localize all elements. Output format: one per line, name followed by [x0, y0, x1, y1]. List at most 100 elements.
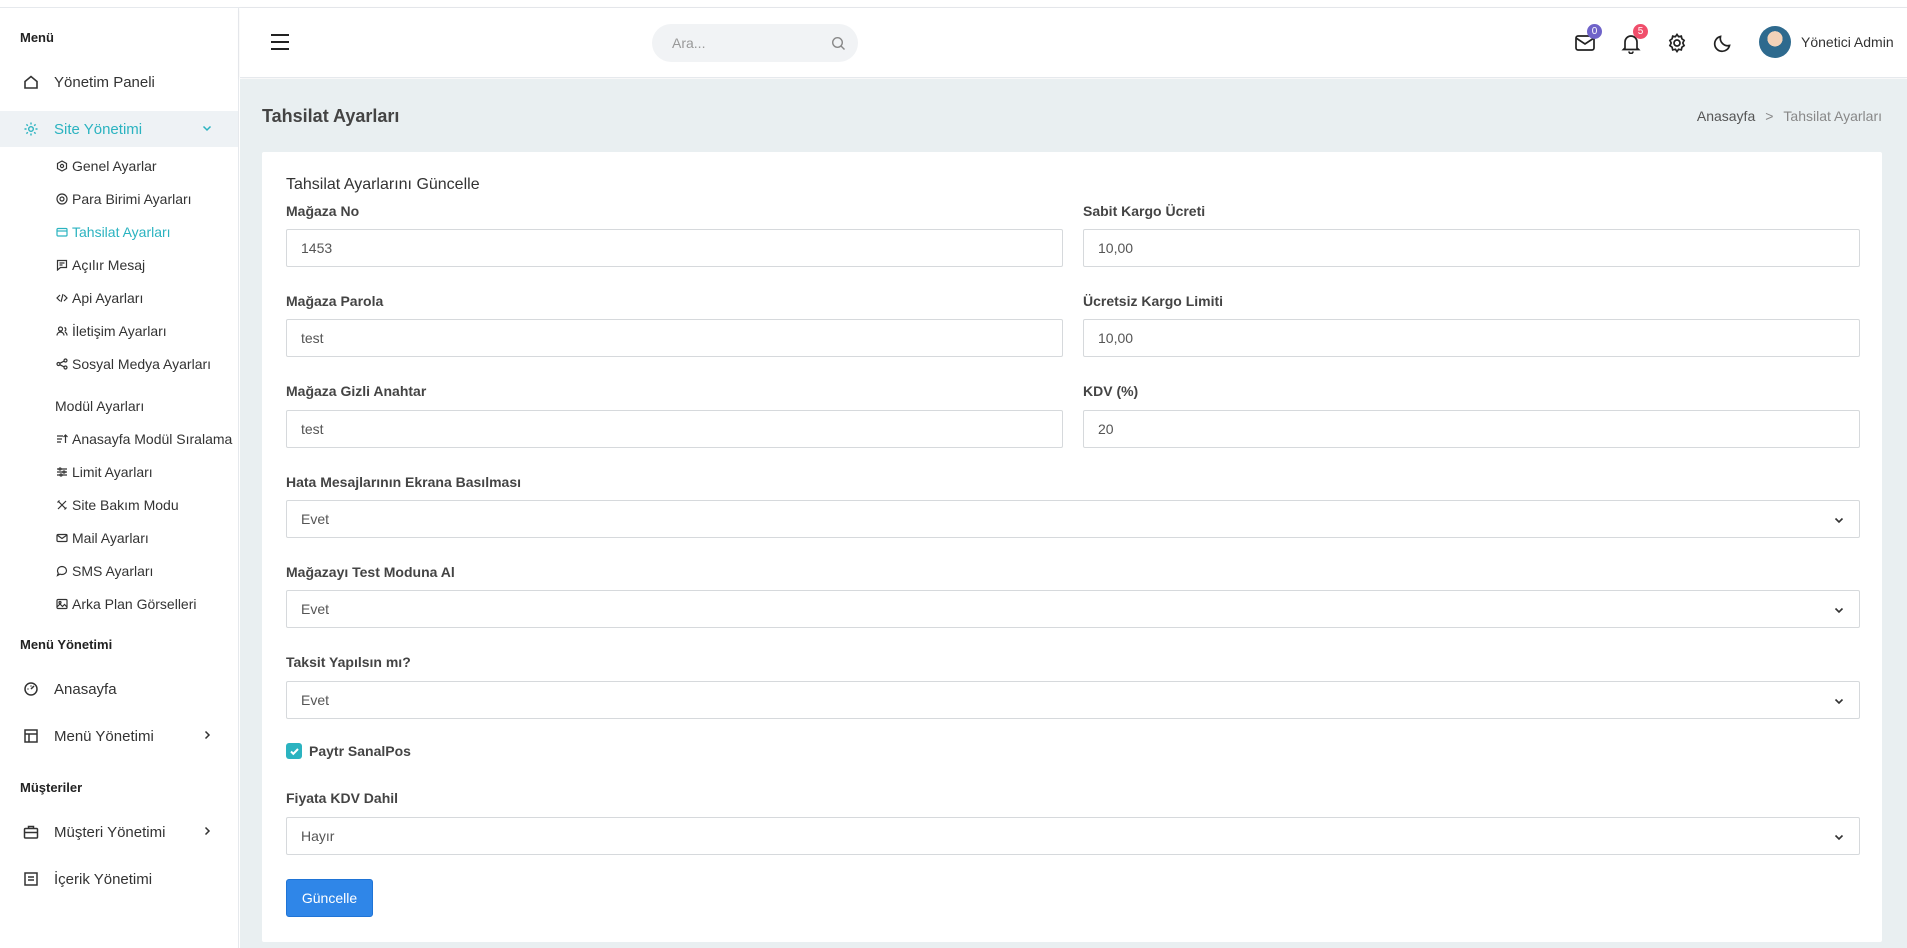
chevron-down-icon — [1834, 698, 1844, 705]
sub-item-homepage-module-sorting[interactable]: Anasayfa Modül Sıralama — [55, 429, 232, 449]
layout-icon — [22, 727, 40, 745]
nav-item-content-management[interactable]: İçerik Yönetimi — [0, 864, 238, 888]
sub-item-sms-settings[interactable]: SMS Ayarları — [55, 561, 153, 581]
nav-item-label: Müşteri Yönetimi — [54, 823, 166, 841]
contacts-icon — [55, 325, 68, 338]
code-icon — [55, 292, 68, 305]
secret-key-label: Mağaza Gizli Anahtar — [286, 383, 427, 399]
home-icon — [22, 73, 40, 91]
mail-badge: 0 — [1587, 24, 1602, 39]
nav-item-customer-management[interactable]: Müşteri Yönetimi — [0, 814, 238, 850]
notification-badge: 5 — [1633, 24, 1648, 39]
sub-item-label: Site Bakım Modu — [72, 497, 179, 513]
nav-item-homepage[interactable]: Anasayfa — [0, 671, 238, 707]
messages-button[interactable]: 0 — [1574, 24, 1602, 54]
secret-key-input[interactable]: test — [286, 410, 1063, 448]
sub-item-limit-settings[interactable]: Limit Ayarları — [55, 462, 153, 482]
sort-icon — [55, 433, 68, 446]
search-input[interactable]: Ara... — [672, 35, 705, 51]
store-password-label: Mağaza Parola — [286, 293, 384, 309]
error-display-value: Evet — [301, 511, 330, 527]
dark-mode-toggle[interactable] — [1712, 32, 1734, 54]
free-shipping-limit-input[interactable]: 10,00 — [1083, 319, 1860, 357]
check-icon — [289, 747, 299, 755]
chevron-down-icon — [1834, 834, 1844, 841]
hamburger-menu-icon[interactable] — [270, 33, 290, 51]
moon-icon — [1713, 35, 1731, 53]
currency-icon — [55, 193, 68, 206]
breadcrumb-current: Tahsilat Ayarları — [1783, 108, 1882, 124]
breadcrumb-separator: > — [1765, 108, 1774, 124]
sub-item-background-images[interactable]: Arka Plan Görselleri — [55, 594, 197, 614]
update-button[interactable]: Güncelle — [286, 879, 373, 917]
sub-item-label: Arka Plan Görselleri — [72, 596, 197, 612]
store-no-label: Mağaza No — [286, 203, 360, 219]
paytr-checkbox[interactable] — [286, 743, 302, 759]
cog-small-icon — [55, 160, 68, 173]
chevron-right-icon — [204, 826, 211, 836]
installment-select[interactable]: Evet — [286, 681, 1860, 719]
gear-icon — [1668, 33, 1686, 53]
sub-item-label: Tahsilat Ayarları — [72, 224, 171, 240]
chevron-down-icon — [1834, 517, 1844, 524]
sub-item-currency-settings[interactable]: Para Birimi Ayarları — [55, 189, 192, 209]
sub-item-label: Para Birimi Ayarları — [72, 191, 192, 207]
nav-item-label: Anasayfa — [54, 680, 117, 698]
kdv-included-select[interactable]: Hayır — [286, 817, 1860, 855]
nav-item-label: Yönetim Paneli — [54, 73, 155, 91]
sub-item-mail-settings[interactable]: Mail Ayarları — [55, 528, 149, 548]
sidebar: Menü Yönetim Paneli Site Yönetimi Genel … — [0, 8, 239, 948]
search-box[interactable]: Ara... — [652, 24, 858, 62]
store-password-input[interactable]: test — [286, 319, 1063, 357]
sub-item-label: Genel Ayarlar — [72, 158, 157, 174]
sub-item-contact-settings[interactable]: İletişim Ayarları — [55, 321, 167, 341]
nav-item-menu-management[interactable]: Menü Yönetimi — [0, 718, 238, 754]
avatar[interactable] — [1759, 26, 1791, 58]
tools-icon — [55, 499, 68, 512]
sub-item-label: Anasayfa Modül Sıralama — [72, 431, 233, 447]
sub-item-label: Açılır Mesaj — [72, 257, 146, 273]
kdv-input[interactable]: 20 — [1083, 410, 1860, 448]
nav-item-site-management[interactable]: Site Yönetimi — [0, 111, 238, 147]
sub-item-payment-settings[interactable]: Tahsilat Ayarları — [55, 222, 171, 242]
sub-item-label: Sosyal Medya Ayarları — [72, 356, 212, 372]
page-title: Tahsilat Ayarları — [262, 106, 400, 126]
notifications-button[interactable]: 5 — [1620, 24, 1648, 55]
nav-item-label: İçerik Yönetimi — [54, 871, 153, 888]
settings-form-card: Tahsilat Ayarlarını Güncelle Mağaza No 1… — [262, 152, 1882, 942]
breadcrumb-home[interactable]: Anasayfa — [1697, 108, 1755, 124]
sub-item-label: Api Ayarları — [72, 290, 144, 306]
gear-icon — [22, 120, 40, 138]
message-icon — [55, 259, 68, 272]
test-mode-select[interactable]: Evet — [286, 590, 1860, 628]
search-icon[interactable] — [831, 36, 846, 51]
sub-item-module-settings[interactable]: Modül Ayarları — [55, 396, 144, 416]
sub-item-api-settings[interactable]: Api Ayarları — [55, 288, 143, 308]
sub-item-maintenance-mode[interactable]: Site Bakım Modu — [55, 495, 179, 515]
kdv-included-label: Fiyata KDV Dahil — [286, 790, 399, 806]
kdv-label: KDV (%) — [1083, 383, 1139, 399]
settings-button[interactable] — [1666, 32, 1688, 54]
sub-item-popup-message[interactable]: Açılır Mesaj — [55, 255, 145, 275]
user-name[interactable]: Yönetici Admin — [1801, 34, 1894, 50]
paytr-label[interactable]: Paytr SanalPos — [309, 743, 411, 759]
sub-item-label: SMS Ayarları — [72, 563, 154, 579]
store-no-input[interactable]: 1453 — [286, 229, 1063, 267]
sub-item-general-settings[interactable]: Genel Ayarlar — [55, 156, 157, 176]
main-content: Tahsilat Ayarları Anasayfa > Tahsilat Ay… — [240, 79, 1907, 948]
sub-item-label: Limit Ayarları — [72, 464, 153, 480]
sub-item-social-media-settings[interactable]: Sosyal Medya Ayarları — [55, 354, 211, 374]
briefcase-icon — [22, 823, 40, 841]
free-shipping-limit-label: Ücretsiz Kargo Limiti — [1083, 293, 1224, 309]
nav-item-dashboard[interactable]: Yönetim Paneli — [0, 64, 238, 100]
top-header: Ara... 0 5 Yönetici Admin — [240, 8, 1907, 78]
mail-icon — [55, 532, 68, 545]
error-display-select[interactable]: Evet — [286, 500, 1860, 538]
shipping-fee-input[interactable]: 10,00 — [1083, 229, 1860, 267]
share-icon — [55, 358, 68, 371]
content-icon — [22, 870, 40, 888]
breadcrumb: Anasayfa > Tahsilat Ayarları — [1697, 108, 1882, 124]
image-icon — [55, 598, 68, 611]
chevron-down-icon — [1834, 607, 1844, 614]
chevron-down-icon — [202, 125, 212, 132]
